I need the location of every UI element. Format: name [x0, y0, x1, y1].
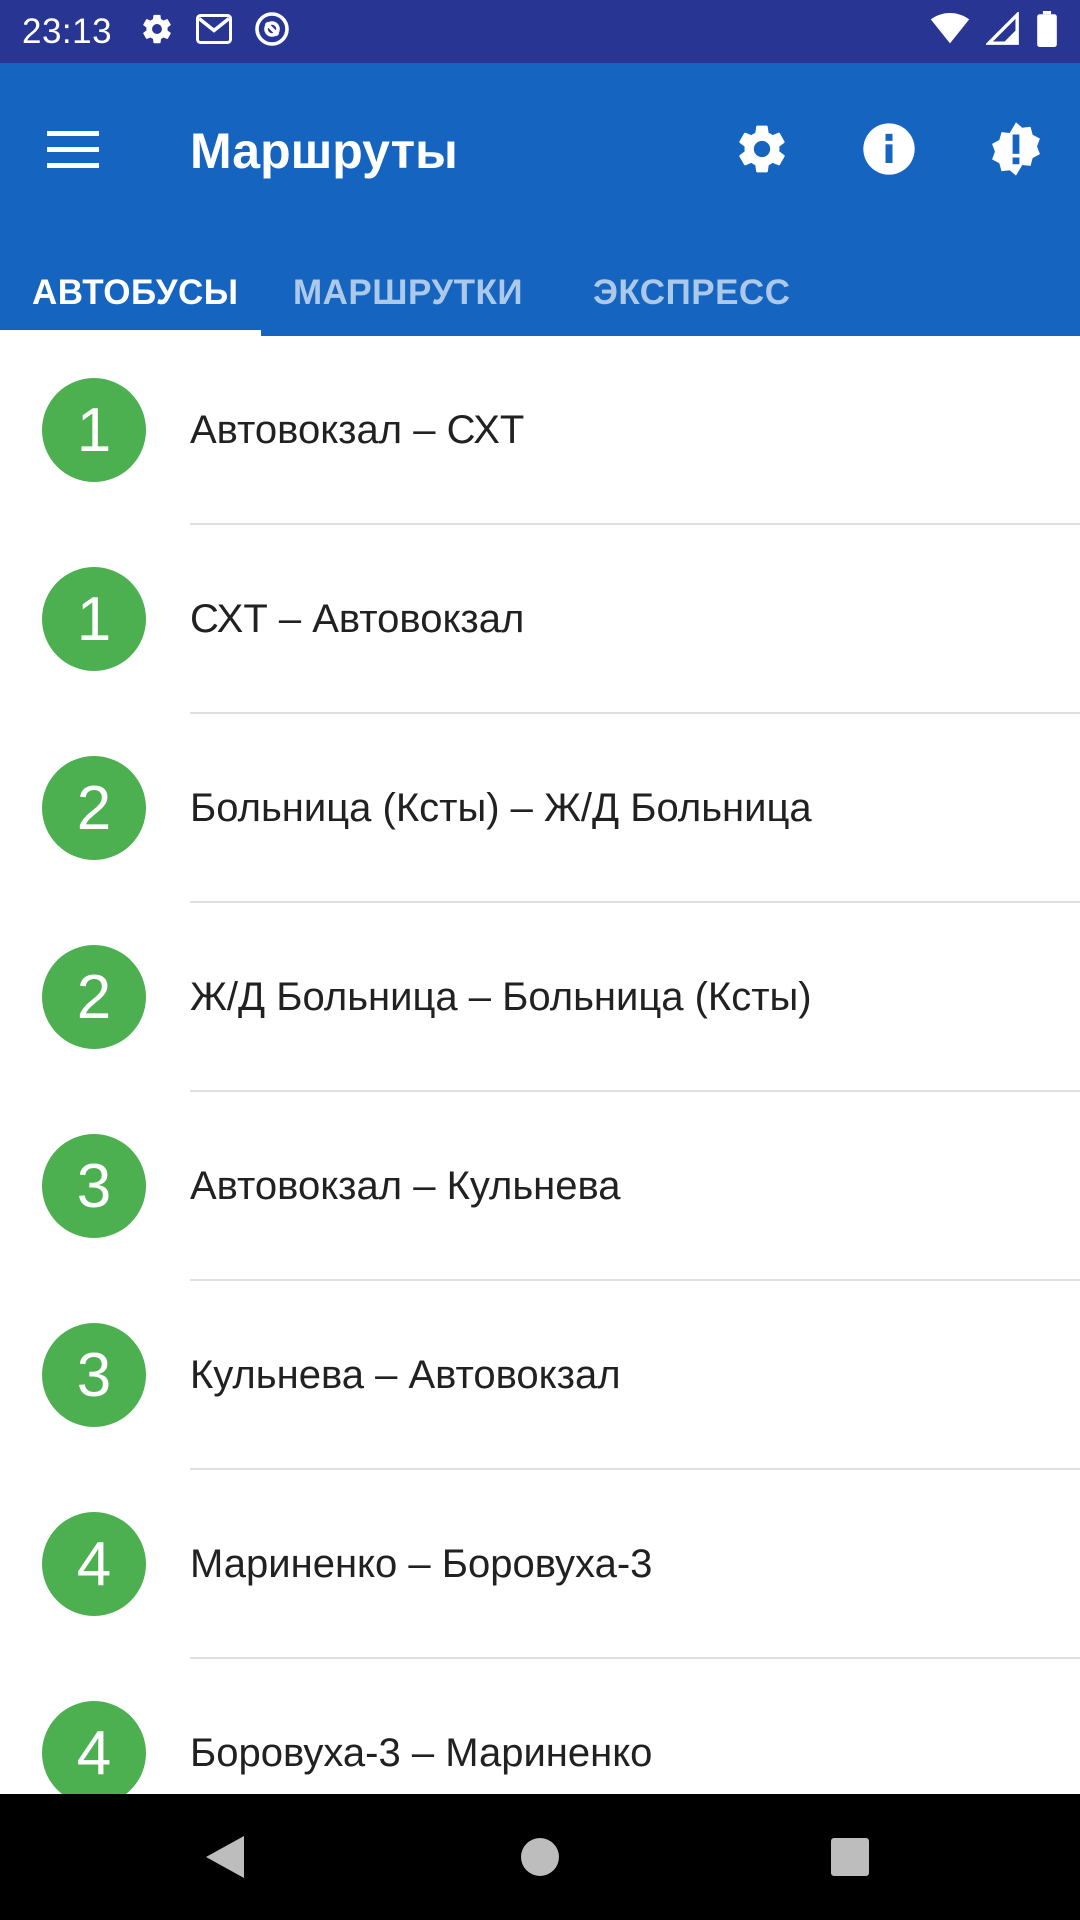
navigation-bar — [0, 1794, 1080, 1920]
route-number-badge: 4 — [42, 1701, 146, 1794]
route-number-badge: 2 — [42, 945, 146, 1049]
list-item[interactable]: 2 Ж/Д Больница – Больница (Ксты) — [0, 903, 1080, 1092]
report-button[interactable] — [972, 105, 1060, 193]
app-bar: Маршруты АВТОБУСЫ МАРШРУТКИ ЭКСПРЕСС — [0, 63, 1080, 336]
list-item[interactable]: 1 Автовокзал – СХТ — [0, 336, 1080, 525]
route-number-badge: 2 — [42, 756, 146, 860]
route-name: Боровуха-3 – Мариненко — [190, 1731, 653, 1775]
menu-button[interactable] — [38, 115, 108, 185]
info-icon — [863, 123, 915, 175]
gmail-icon — [196, 14, 233, 49]
home-button[interactable] — [505, 1822, 575, 1892]
at-sign-icon — [254, 11, 290, 52]
tab-buses[interactable]: АВТОБУСЫ — [32, 273, 239, 336]
route-number-badge: 3 — [42, 1134, 146, 1238]
route-name: Ж/Д Больница – Больница (Ксты) — [190, 975, 812, 1019]
list-item[interactable]: 3 Кульнева – Автовокзал — [0, 1281, 1080, 1470]
route-name: Автовокзал – СХТ — [190, 408, 525, 452]
info-button[interactable] — [845, 105, 933, 193]
home-icon — [521, 1838, 559, 1876]
route-name: Больница (Ксты) – Ж/Д Больница — [190, 786, 812, 830]
recents-button[interactable] — [815, 1822, 885, 1892]
list-item[interactable]: 1 СХТ – Автовокзал — [0, 525, 1080, 714]
tab-express[interactable]: ЭКСПРЕСС — [593, 273, 790, 336]
route-number-badge: 4 — [42, 1512, 146, 1616]
list-item[interactable]: 3 Автовокзал – Кульнева — [0, 1092, 1080, 1281]
page-title: Маршруты — [190, 123, 458, 179]
back-button[interactable] — [190, 1822, 260, 1892]
route-name: Мариненко – Боровуха-3 — [190, 1542, 653, 1586]
tab-bar: АВТОБУСЫ МАРШРУТКИ ЭКСПРЕСС — [0, 273, 1080, 336]
route-number-badge: 3 — [42, 1323, 146, 1427]
list-item[interactable]: 4 Мариненко – Боровуха-3 — [0, 1470, 1080, 1659]
hamburger-icon — [47, 131, 99, 168]
routes-list[interactable]: 1 Автовокзал – СХТ 1 СХТ – Автовокзал 2 … — [0, 336, 1080, 1794]
alert-badge-icon — [992, 122, 1040, 176]
route-name: Автовокзал – Кульнева — [190, 1164, 621, 1208]
recents-icon — [831, 1838, 869, 1876]
settings-button[interactable] — [718, 105, 806, 193]
signal-icon — [984, 10, 1020, 51]
route-number-badge: 1 — [42, 567, 146, 671]
battery-icon — [1036, 11, 1058, 52]
wifi-icon — [930, 13, 970, 50]
status-bar: 23:13 — [0, 0, 1080, 63]
tab-minibuses[interactable]: МАРШРУТКИ — [293, 273, 523, 336]
back-icon — [206, 1836, 244, 1878]
route-number-badge: 1 — [42, 378, 146, 482]
settings-icon — [739, 125, 785, 173]
list-item[interactable]: 2 Больница (Ксты) – Ж/Д Больница — [0, 714, 1080, 903]
settings-icon — [140, 12, 174, 51]
list-item[interactable]: 4 Боровуха-3 – Мариненко — [0, 1659, 1080, 1794]
route-name: СХТ – Автовокзал — [190, 597, 525, 641]
route-name: Кульнева – Автовокзал — [190, 1353, 621, 1397]
status-time: 23:13 — [22, 11, 113, 51]
